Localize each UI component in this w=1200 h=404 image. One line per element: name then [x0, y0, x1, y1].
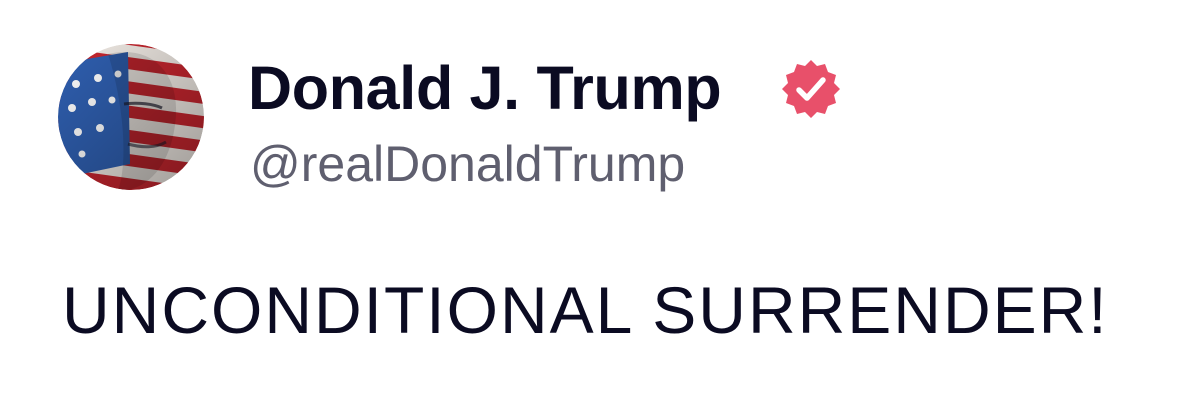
post-body-text: UNCONDITIONAL SURRENDER!: [62, 273, 1109, 347]
author-display-name[interactable]: Donald J. Trump: [248, 54, 722, 122]
avatar[interactable]: [58, 44, 204, 190]
avatar-image: [58, 44, 204, 190]
verified-badge-icon: [780, 58, 842, 120]
author-handle[interactable]: @realDonaldTrump: [250, 135, 685, 193]
post-card: Donald J. Trump @realDonaldTrump UNCONDI…: [0, 0, 1200, 404]
